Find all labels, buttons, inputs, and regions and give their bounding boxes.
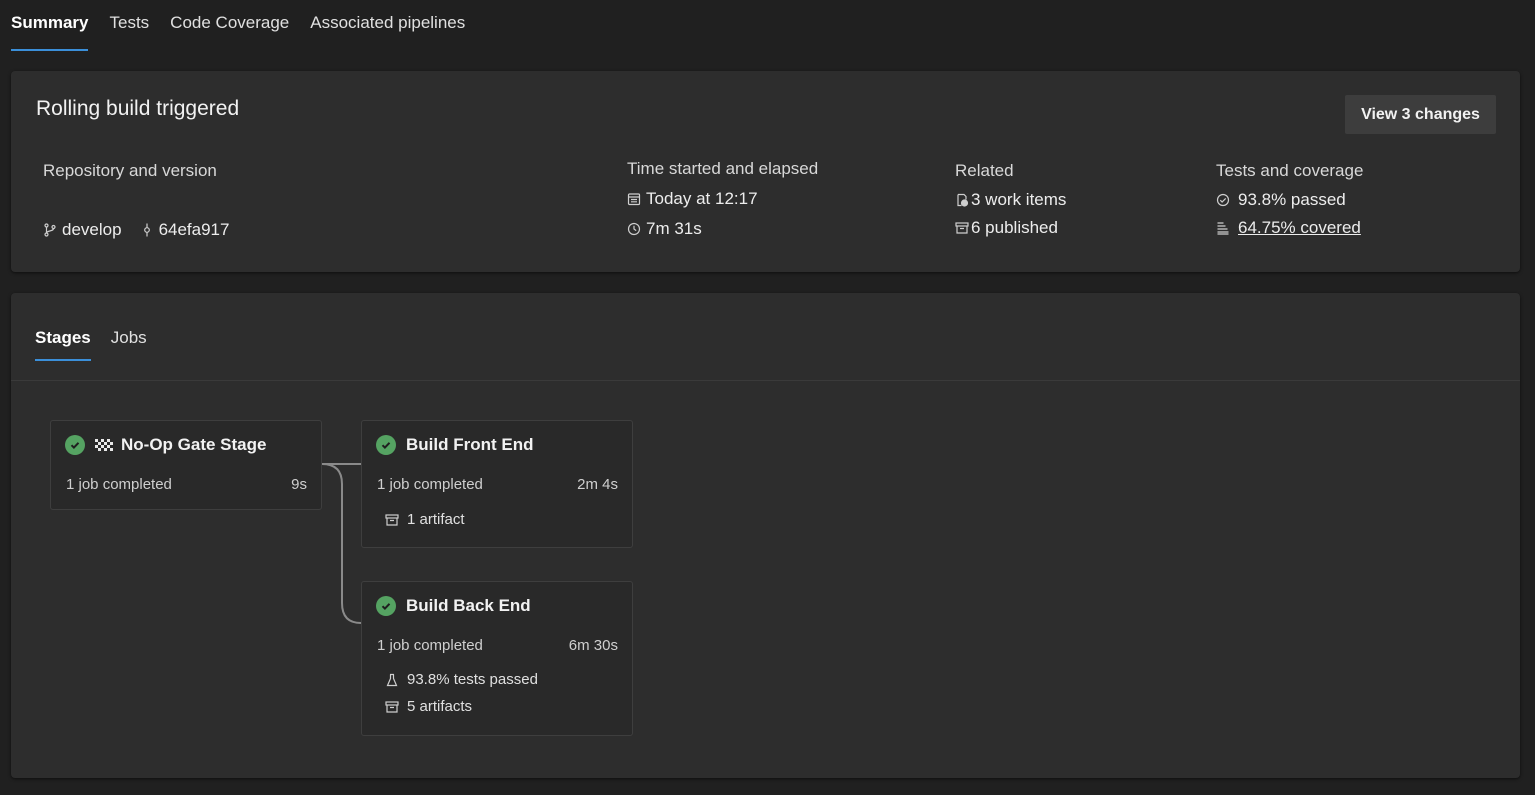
run-summary-card: Rolling build triggered View 3 changes R… (11, 71, 1520, 272)
calendar-icon (627, 192, 641, 206)
tests-label: Tests and coverage (1216, 161, 1364, 180)
tab-tests[interactable]: Tests (109, 0, 149, 51)
stage-jobs: 1 job completed (377, 637, 483, 654)
related-label: Related (955, 161, 1014, 180)
stage-duration: 6m 30s (568, 637, 618, 654)
stage-name: Build Back End (406, 596, 531, 615)
stage-name: No-Op Gate Stage (121, 435, 267, 454)
artifact-count: 1 artifact (407, 511, 465, 528)
stage-tests[interactable]: 93.8% tests passed (385, 671, 538, 688)
stage-duration: 2m 4s (577, 476, 618, 493)
coverage-icon (1216, 221, 1230, 235)
check-circle-icon (1216, 193, 1230, 207)
tab-associated-pipelines[interactable]: Associated pipelines (310, 0, 465, 51)
success-check-icon (376, 596, 396, 616)
artifact-count: 5 artifacts (407, 698, 473, 715)
tab-summary[interactable]: Summary (11, 0, 89, 51)
start-time: Today at 12:17 (646, 189, 758, 208)
commit-link[interactable]: 64efa917 (159, 220, 230, 240)
stage-name: Build Front End (406, 435, 534, 454)
work-items-icon (955, 193, 969, 207)
commit-icon (140, 223, 154, 237)
stage-artifacts[interactable]: 1 artifact (385, 511, 465, 528)
tests-section: Tests and coverage 93.8% passed 64.75% c… (1216, 161, 1363, 238)
stage-build-back-end[interactable]: Build Back End 1 job completed 6m 30s 93… (361, 581, 633, 736)
artifact-icon (955, 221, 969, 235)
work-items-link[interactable]: 3 work items (971, 190, 1066, 210)
branch-link[interactable]: develop (62, 220, 122, 240)
stage-jobs: 1 job completed (66, 476, 172, 493)
coverage-link[interactable]: 64.75% covered (1238, 218, 1361, 238)
stages-card: Stages Jobs No-Op Gate Stage 1 job compl (11, 293, 1520, 778)
time-section: Time started and elapsed Today at 12:17 … (627, 159, 818, 239)
beaker-icon (385, 673, 399, 687)
stage-build-front-end[interactable]: Build Front End 1 job completed 2m 4s 1 … (361, 420, 633, 548)
repository-values: develop 64efa917 (43, 220, 229, 240)
time-label: Time started and elapsed (627, 159, 819, 178)
success-check-icon (376, 435, 396, 455)
top-tab-bar: Summary Tests Code Coverage Associated p… (11, 0, 486, 52)
elapsed-time: 7m 31s (646, 219, 702, 238)
success-check-icon (65, 435, 85, 455)
repository-section: Repository and version (43, 161, 217, 181)
artifact-icon (385, 700, 399, 714)
checkered-flag-icon (95, 437, 113, 453)
view-changes-button[interactable]: View 3 changes (1345, 95, 1496, 134)
tests-passed: 93.8% tests passed (407, 671, 538, 688)
artifact-icon (385, 513, 399, 527)
stage-jobs: 1 job completed (377, 476, 483, 493)
stage-artifacts[interactable]: 5 artifacts (385, 698, 472, 715)
stage-no-op-gate[interactable]: No-Op Gate Stage 1 job completed 9s (50, 420, 322, 510)
run-title: Rolling build triggered (36, 97, 240, 120)
related-section: Related 3 work items 6 published (955, 161, 1066, 238)
repository-label: Repository and version (43, 161, 217, 180)
clock-icon (627, 222, 641, 236)
tests-passed-link[interactable]: 93.8% passed (1238, 190, 1346, 210)
tab-code-coverage[interactable]: Code Coverage (170, 0, 289, 51)
stage-connectors (321, 463, 362, 624)
stage-duration: 9s (291, 476, 307, 493)
published-link[interactable]: 6 published (971, 218, 1058, 238)
branch-icon (43, 223, 57, 237)
